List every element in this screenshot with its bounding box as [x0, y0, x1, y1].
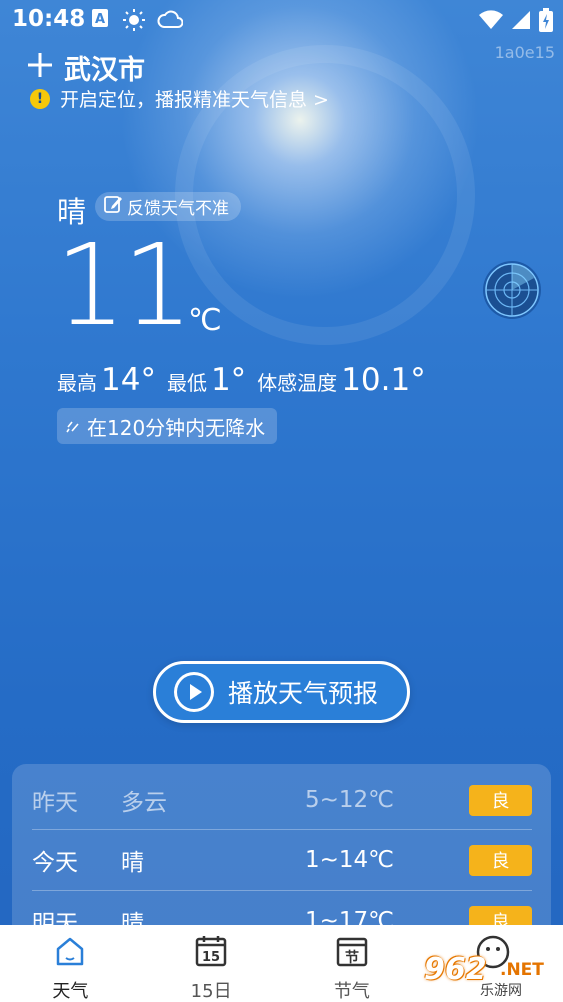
forecast-weather: 多云 — [121, 790, 167, 816]
feels-like-value: 10.1° — [341, 362, 426, 398]
city-name[interactable]: 武汉市 — [64, 48, 145, 87]
location-prompt-text: 开启定位，播报精准天气信息 > — [60, 89, 329, 111]
location-prompt[interactable]: ! 开启定位，播报精准天气信息 > — [30, 85, 329, 112]
calendar-15-icon: 15 — [194, 934, 228, 973]
feedback-label: 反馈天气不准 — [127, 199, 229, 219]
feedback-button[interactable]: 反馈天气不准 — [95, 192, 241, 221]
precipitation-tip[interactable]: 在120分钟内无降水 — [57, 408, 278, 444]
forecast-row-today[interactable]: 今天 晴 1~14℃ 良 — [12, 830, 551, 890]
battery-icon — [539, 8, 553, 36]
brightness-icon — [122, 8, 146, 36]
svg-text:A: A — [95, 12, 105, 27]
solar-term-icon: 节 — [335, 934, 369, 973]
watermark-brand: 962 — [424, 952, 487, 987]
temperature-details: 最高 14° 最低 1° 体感温度 10.1° — [57, 362, 437, 398]
status-time: 10:48 — [12, 6, 86, 32]
aqi-badge: 良 — [469, 784, 532, 816]
version-label: 1a0e15 — [494, 43, 555, 62]
forecast-day: 昨天 — [32, 790, 78, 816]
svg-text:节: 节 — [345, 949, 359, 966]
edit-icon — [103, 194, 123, 219]
forecast-weather: 晴 — [121, 850, 144, 876]
play-forecast-button[interactable]: 播放天气预报 — [153, 661, 410, 723]
precipitation-text: 在120分钟内无降水 — [87, 415, 266, 440]
home-icon — [53, 934, 87, 973]
forecast-row-yesterday[interactable]: 昨天 多云 5~12℃ 良 — [12, 770, 551, 830]
aqi-badge: 良 — [469, 844, 532, 876]
play-forecast-label: 播放天气预报 — [228, 679, 379, 708]
status-bar: 10:48 A — [0, 0, 563, 40]
forecast-range: 5~12℃ — [305, 787, 395, 813]
keyboard-a-icon: A — [91, 8, 109, 32]
nav-solar-terms[interactable]: 节 节气 — [282, 925, 423, 1002]
weather-cloud-icon — [157, 8, 184, 36]
rain-icon — [65, 414, 81, 438]
nav-15-day[interactable]: 15 15日 — [141, 925, 282, 1002]
forecast-range: 1~14℃ — [305, 847, 395, 873]
watermark-sub: 乐游网 — [480, 983, 522, 999]
high-label: 最高 — [57, 371, 97, 395]
low-label: 最低 — [166, 371, 207, 395]
nav-weather[interactable]: 天气 — [0, 925, 141, 1002]
signal-icon — [511, 10, 531, 34]
add-city-icon[interactable] — [26, 50, 54, 80]
nav-15-day-label: 15日 — [190, 981, 232, 1002]
forecast-day: 今天 — [32, 850, 78, 876]
warning-icon: ! — [30, 88, 50, 109]
nav-solar-terms-label: 节气 — [333, 981, 370, 1002]
feels-like-label: 体感温度 — [257, 371, 338, 395]
current-temperature: 11 — [55, 221, 194, 351]
svg-text:15: 15 — [202, 950, 220, 965]
watermark-suffix: .NET — [500, 960, 544, 980]
radar-icon[interactable] — [482, 260, 542, 320]
temperature-unit: ℃ — [188, 303, 222, 338]
wifi-icon — [479, 10, 503, 34]
status-right — [479, 8, 553, 36]
low-value: 1° — [210, 362, 247, 398]
play-icon — [174, 672, 214, 712]
high-value: 14° — [101, 362, 156, 398]
nav-weather-label: 天气 — [52, 981, 89, 1002]
